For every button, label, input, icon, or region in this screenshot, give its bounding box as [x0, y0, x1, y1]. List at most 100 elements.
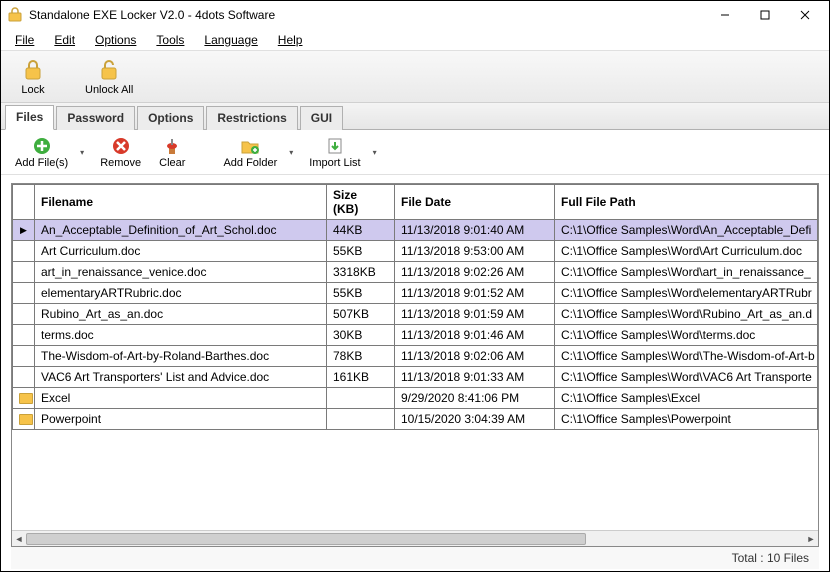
- cell-size: 55KB: [327, 241, 395, 262]
- maximize-button[interactable]: [745, 1, 785, 29]
- row-marker: [13, 262, 35, 283]
- add-folder-label: Add Folder: [223, 157, 277, 169]
- scroll-thumb[interactable]: [26, 533, 586, 545]
- files-toolbar: Add File(s) ▾ Remove Clear Add Folder ▾ …: [1, 129, 829, 175]
- cell-filename: Rubino_Art_as_an.doc: [35, 304, 327, 325]
- cell-path: C:\1\Office Samples\Word\art_in_renaissa…: [555, 262, 818, 283]
- cell-filename: elementaryARTRubric.doc: [35, 283, 327, 304]
- col-header-filename[interactable]: Filename: [35, 185, 327, 220]
- row-marker: ▶: [13, 220, 35, 241]
- menu-edit[interactable]: Edit: [46, 31, 83, 49]
- menu-help-label: Help: [278, 33, 303, 47]
- content-area: Filename Size(KB) File Date Full File Pa…: [1, 175, 829, 571]
- cell-date: 11/13/2018 9:01:40 AM: [395, 220, 555, 241]
- menu-language[interactable]: Language: [196, 31, 265, 49]
- cell-path: C:\1\Office Samples\Word\elementaryARTRu…: [555, 283, 818, 304]
- table-header-row: Filename Size(KB) File Date Full File Pa…: [13, 185, 818, 220]
- file-grid[interactable]: Filename Size(KB) File Date Full File Pa…: [11, 183, 819, 547]
- cell-date: 11/13/2018 9:01:52 AM: [395, 283, 555, 304]
- table-row[interactable]: elementaryARTRubric.doc55KB11/13/2018 9:…: [13, 283, 818, 304]
- clear-button[interactable]: Clear: [155, 134, 189, 171]
- import-list-button[interactable]: Import List: [305, 134, 364, 171]
- horizontal-scrollbar[interactable]: ◄ ►: [12, 530, 818, 546]
- cell-size: [327, 388, 395, 409]
- scroll-left-button[interactable]: ◄: [13, 533, 25, 545]
- lock-button[interactable]: Lock: [21, 58, 45, 96]
- add-folder-button[interactable]: Add Folder: [219, 134, 281, 171]
- menu-language-label: Language: [204, 33, 257, 47]
- import-icon: [325, 136, 345, 156]
- table-row[interactable]: Rubino_Art_as_an.doc507KB11/13/2018 9:01…: [13, 304, 818, 325]
- cell-filename: terms.doc: [35, 325, 327, 346]
- tab-strip: Files Password Options Restrictions GUI: [1, 103, 829, 129]
- add-files-button[interactable]: Add File(s): [11, 134, 72, 171]
- cell-date: 11/13/2018 9:01:46 AM: [395, 325, 555, 346]
- cell-date: 11/13/2018 9:53:00 AM: [395, 241, 555, 262]
- file-table: Filename Size(KB) File Date Full File Pa…: [12, 184, 818, 430]
- table-row[interactable]: Art Curriculum.doc55KB11/13/2018 9:53:00…: [13, 241, 818, 262]
- cell-path: C:\1\Office Samples\Word\The-Wisdom-of-A…: [555, 346, 818, 367]
- tab-files[interactable]: Files: [5, 105, 54, 130]
- col-header-marker[interactable]: [13, 185, 35, 220]
- table-row[interactable]: Excel9/29/2020 8:41:06 PMC:\1\Office Sam…: [13, 388, 818, 409]
- remove-label: Remove: [100, 157, 141, 169]
- add-files-dropdown[interactable]: ▾: [78, 142, 86, 162]
- cell-path: C:\1\Office Samples\Powerpoint: [555, 409, 818, 430]
- row-marker: [13, 346, 35, 367]
- scroll-right-button[interactable]: ►: [805, 533, 817, 545]
- main-toolbar: Lock Unlock All: [1, 51, 829, 103]
- cell-path: C:\1\Office Samples\Word\terms.doc: [555, 325, 818, 346]
- tab-restrictions[interactable]: Restrictions: [206, 106, 297, 130]
- table-row[interactable]: The-Wisdom-of-Art-by-Roland-Barthes.doc7…: [13, 346, 818, 367]
- remove-button[interactable]: Remove: [96, 134, 145, 171]
- import-list-dropdown[interactable]: ▾: [371, 142, 379, 162]
- folder-icon: [19, 414, 33, 425]
- menu-file-label: File: [15, 33, 34, 47]
- cell-filename: An_Acceptable_Definition_of_Art_Schol.do…: [35, 220, 327, 241]
- menu-file[interactable]: File: [7, 31, 42, 49]
- menu-help[interactable]: Help: [270, 31, 311, 49]
- col-header-date[interactable]: File Date: [395, 185, 555, 220]
- cell-date: 11/13/2018 9:02:06 AM: [395, 346, 555, 367]
- app-window: Standalone EXE Locker V2.0 - 4dots Softw…: [0, 0, 830, 572]
- clear-label: Clear: [159, 157, 185, 169]
- col-header-path[interactable]: Full File Path: [555, 185, 818, 220]
- remove-icon: [111, 136, 131, 156]
- cell-filename: VAC6 Art Transporters' List and Advice.d…: [35, 367, 327, 388]
- cell-path: C:\1\Office Samples\Word\Rubino_Art_as_a…: [555, 304, 818, 325]
- menu-tools[interactable]: Tools: [148, 31, 192, 49]
- cell-filename: Powerpoint: [35, 409, 327, 430]
- lock-icon: [21, 58, 45, 82]
- cell-path: C:\1\Office Samples\Excel: [555, 388, 818, 409]
- cell-path: C:\1\Office Samples\Word\Art Curriculum.…: [555, 241, 818, 262]
- table-row[interactable]: ▶An_Acceptable_Definition_of_Art_Schol.d…: [13, 220, 818, 241]
- table-row[interactable]: Powerpoint10/15/2020 3:04:39 AMC:\1\Offi…: [13, 409, 818, 430]
- close-button[interactable]: [785, 1, 825, 29]
- minimize-button[interactable]: [705, 1, 745, 29]
- tab-password-label: Password: [67, 111, 124, 125]
- lock-label: Lock: [21, 84, 44, 96]
- add-folder-dropdown[interactable]: ▾: [287, 142, 295, 162]
- table-row[interactable]: art_in_renaissance_venice.doc3318KB11/13…: [13, 262, 818, 283]
- table-row[interactable]: VAC6 Art Transporters' List and Advice.d…: [13, 367, 818, 388]
- cell-filename: The-Wisdom-of-Art-by-Roland-Barthes.doc: [35, 346, 327, 367]
- import-list-label: Import List: [309, 157, 360, 169]
- table-row[interactable]: terms.doc30KB11/13/2018 9:01:46 AMC:\1\O…: [13, 325, 818, 346]
- window-title: Standalone EXE Locker V2.0 - 4dots Softw…: [29, 8, 275, 22]
- col-header-size[interactable]: Size(KB): [327, 185, 395, 220]
- cell-size: [327, 409, 395, 430]
- tab-options[interactable]: Options: [137, 106, 204, 130]
- cell-path: C:\1\Office Samples\Word\An_Acceptable_D…: [555, 220, 818, 241]
- cell-size: 30KB: [327, 325, 395, 346]
- folder-add-icon: [240, 136, 260, 156]
- cell-size: 55KB: [327, 283, 395, 304]
- row-marker: [13, 241, 35, 262]
- cell-filename: Art Curriculum.doc: [35, 241, 327, 262]
- cell-date: 11/13/2018 9:01:33 AM: [395, 367, 555, 388]
- tab-password[interactable]: Password: [56, 106, 135, 130]
- cell-path: C:\1\Office Samples\Word\VAC6 Art Transp…: [555, 367, 818, 388]
- tab-gui[interactable]: GUI: [300, 106, 343, 130]
- menu-options[interactable]: Options: [87, 31, 144, 49]
- folder-icon: [19, 393, 33, 404]
- unlock-all-button[interactable]: Unlock All: [85, 58, 133, 96]
